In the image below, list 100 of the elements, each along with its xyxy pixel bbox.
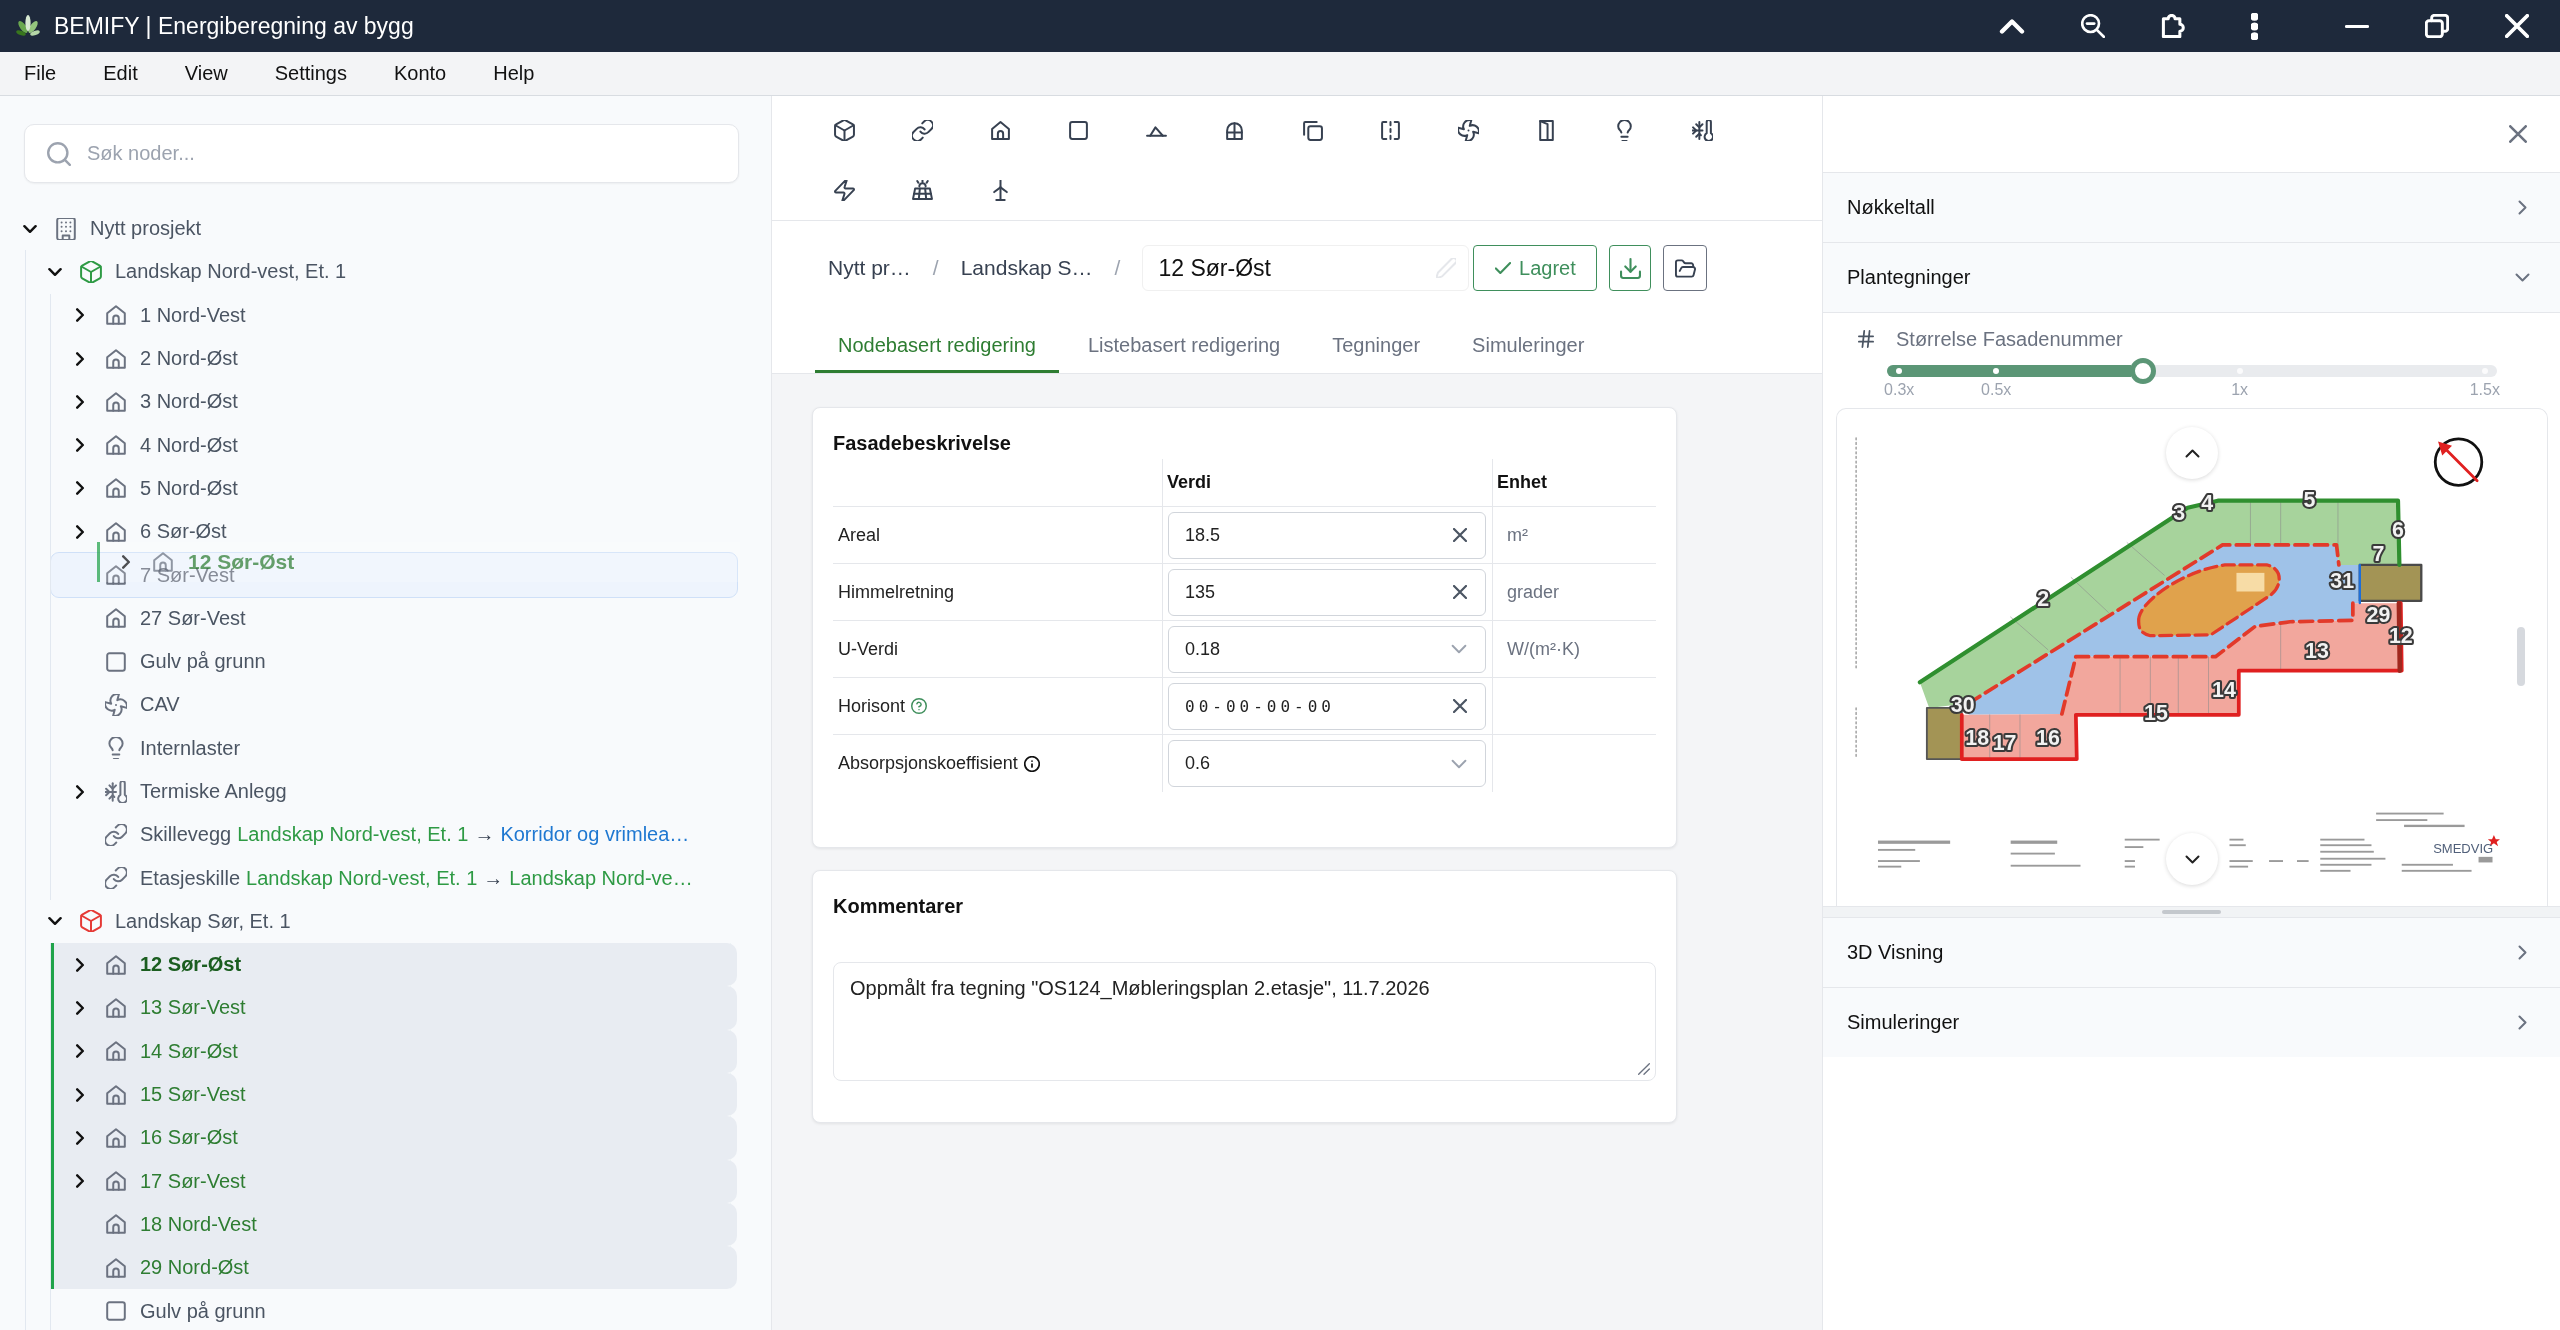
chevron-icon[interactable] xyxy=(73,394,87,409)
chevron-icon[interactable] xyxy=(73,1001,87,1015)
unit-label: m² xyxy=(1506,524,1528,546)
info-icon[interactable] xyxy=(1023,755,1040,772)
tree-item[interactable]: Gulv på grunn xyxy=(105,639,266,684)
chevron-icon[interactable] xyxy=(73,784,87,799)
name-field[interactable]: 12 Sør-Øst xyxy=(1142,245,1470,291)
tree-item[interactable]: 1 Nord-Vest xyxy=(68,293,246,337)
select-field[interactable]: 0.18 xyxy=(1168,625,1486,673)
cube-icon[interactable] xyxy=(833,119,855,141)
tab[interactable]: Listebasert redigering xyxy=(1064,320,1304,373)
tick-mark-icon xyxy=(1993,368,2000,374)
menu-item[interactable]: Help xyxy=(493,62,535,85)
download-button[interactable] xyxy=(1609,245,1652,291)
unit-label: grader xyxy=(1506,581,1560,603)
menu-item[interactable]: Settings xyxy=(274,62,347,85)
scrollbar-thumb[interactable] xyxy=(2517,627,2525,686)
comment-field[interactable]: Oppmålt fra tegning "OS124_Møbleringsplan 2.etasje", 11.7.2026 xyxy=(833,962,1656,1081)
solar-panel-icon[interactable] xyxy=(911,179,933,201)
puzzle-icon[interactable] xyxy=(2161,14,2185,38)
breadcrumb-link[interactable]: Nytt pr… xyxy=(828,256,911,280)
field-label: U-Verdi xyxy=(838,638,899,660)
accordion-header[interactable]: Nøkkeltall xyxy=(1823,172,2560,242)
tree-item[interactable]: 18 Nord-Vest xyxy=(51,1202,737,1247)
link-icon xyxy=(105,867,127,890)
house-icon xyxy=(105,564,127,586)
tree-item[interactable]: 4 Nord-Øst xyxy=(68,423,238,467)
tree-item[interactable]: 6 Sør-Øst xyxy=(68,510,227,554)
accordion-header[interactable]: Simuleringer xyxy=(1823,987,2560,1057)
input-field[interactable]: 18.5 xyxy=(1168,511,1486,559)
slider-thumb[interactable] xyxy=(2130,358,2157,384)
tree-item[interactable]: Skillevegg Landskap Nord-vest, Et. 1 → Korridor og vrimlea… xyxy=(105,813,690,857)
input-field[interactable]: 00-00-00-00 xyxy=(1168,682,1486,730)
chevron-icon[interactable] xyxy=(73,351,87,366)
select-field[interactable]: 0.6 xyxy=(1168,740,1486,787)
tree-item[interactable]: 2 Nord-Øst xyxy=(68,336,238,381)
chevron-icon[interactable] xyxy=(73,481,87,496)
resize-grip-icon[interactable] xyxy=(1638,1063,1650,1075)
tree-item[interactable]: Gulv på grunn xyxy=(105,1289,266,1330)
facade-number-label: 17 xyxy=(1992,731,2017,756)
menu-item[interactable]: View xyxy=(184,62,228,85)
help-icon[interactable] xyxy=(911,698,928,714)
tree-item[interactable]: 3 Nord-Øst xyxy=(68,380,238,424)
tree-item[interactable]: 16 Sør-Øst xyxy=(51,1116,737,1160)
menu-item[interactable]: File xyxy=(24,62,57,85)
clear-icon[interactable] xyxy=(1453,699,1467,713)
save-button[interactable]: Lagret xyxy=(1473,245,1598,291)
arched-window-icon[interactable] xyxy=(1223,119,1245,141)
tree-item[interactable]: Internlaster xyxy=(105,726,241,770)
menu-item[interactable]: Edit xyxy=(103,62,138,85)
tree-item[interactable]: 14 Sør-Øst xyxy=(51,1029,737,1073)
minimize-icon[interactable] xyxy=(2345,24,2369,28)
tree-item[interactable]: Landskap Sør, Et. 1 xyxy=(43,899,291,944)
slider-label: Størrelse Fasadenummer xyxy=(1896,327,2123,351)
thermometer-snowflake-icon[interactable] xyxy=(1691,119,1713,141)
chevron-icon[interactable] xyxy=(73,1130,87,1145)
split-frame-icon[interactable] xyxy=(1379,119,1401,141)
chevron-icon[interactable] xyxy=(73,1044,87,1059)
tree-item[interactable]: 5 Nord-Øst xyxy=(68,466,238,511)
tree-item[interactable]: Landskap Nord-vest, Et. 1 xyxy=(43,250,347,294)
chevron-icon[interactable] xyxy=(73,438,87,453)
tree-item[interactable]: 29 Nord-Øst xyxy=(51,1246,737,1290)
copy-icon[interactable] xyxy=(1301,119,1323,141)
tree-item[interactable]: 12 Sør-Øst xyxy=(51,943,737,987)
tree-item[interactable]: Nytt prosjekt xyxy=(18,207,202,251)
more-icon[interactable] xyxy=(2251,12,2258,40)
tree-item[interactable]: Termiske Anlegg xyxy=(68,769,287,814)
chevron-icon[interactable] xyxy=(73,1087,87,1102)
breadcrumb-link[interactable]: Landskap S… xyxy=(960,256,1093,280)
clear-icon[interactable] xyxy=(1453,585,1467,599)
zoom-out-icon[interactable] xyxy=(2081,14,2105,38)
tab[interactable]: Nodebasert redigering xyxy=(815,320,1059,373)
square-icon[interactable] xyxy=(1067,119,1089,141)
tree-item[interactable]: 17 Sør-Vest xyxy=(51,1159,737,1203)
tab[interactable]: Tegninger xyxy=(1309,320,1444,373)
lightning-icon[interactable] xyxy=(833,179,855,201)
resize-handle[interactable] xyxy=(2162,910,2221,914)
floor-plan-viewer[interactable]: SMEDVIG 3 4 5 6 7 31 2 29 12 13 14 30 15 18 17 16 xyxy=(1836,408,2548,906)
chevron-icon[interactable] xyxy=(73,524,87,539)
chevron-up-icon[interactable] xyxy=(1999,18,2025,34)
fan-icon[interactable] xyxy=(1457,119,1479,141)
restore-icon[interactable] xyxy=(2425,14,2449,38)
accordion-header[interactable]: Plantegninger xyxy=(1823,242,2560,312)
open-folder-button[interactable] xyxy=(1663,245,1708,291)
tree-item[interactable]: Etasjeskille Landskap Nord-vest, Et. 1 → Landskap Nord-ve… xyxy=(105,856,693,900)
menu-item[interactable]: Konto xyxy=(393,62,447,85)
tree-item[interactable]: 15 Sør-Vest xyxy=(51,1072,737,1117)
accordion-header[interactable]: 3D Visning xyxy=(1823,917,2560,987)
chevron-icon[interactable] xyxy=(73,308,87,323)
tree-item[interactable]: 27 Sør-Vest xyxy=(105,596,246,640)
clear-icon[interactable] xyxy=(1453,528,1467,542)
tree-item[interactable]: 13 Sør-Vest xyxy=(51,986,737,1030)
chevron-icon[interactable] xyxy=(73,1174,87,1189)
input-field[interactable]: 135 xyxy=(1168,568,1486,616)
link-icon xyxy=(105,823,127,846)
link-icon[interactable] xyxy=(911,119,933,141)
house-icon[interactable] xyxy=(989,119,1011,141)
chevron-icon[interactable] xyxy=(73,957,87,972)
tab[interactable]: Simuleringer xyxy=(1449,320,1608,373)
tree-item[interactable]: CAV xyxy=(105,683,180,727)
